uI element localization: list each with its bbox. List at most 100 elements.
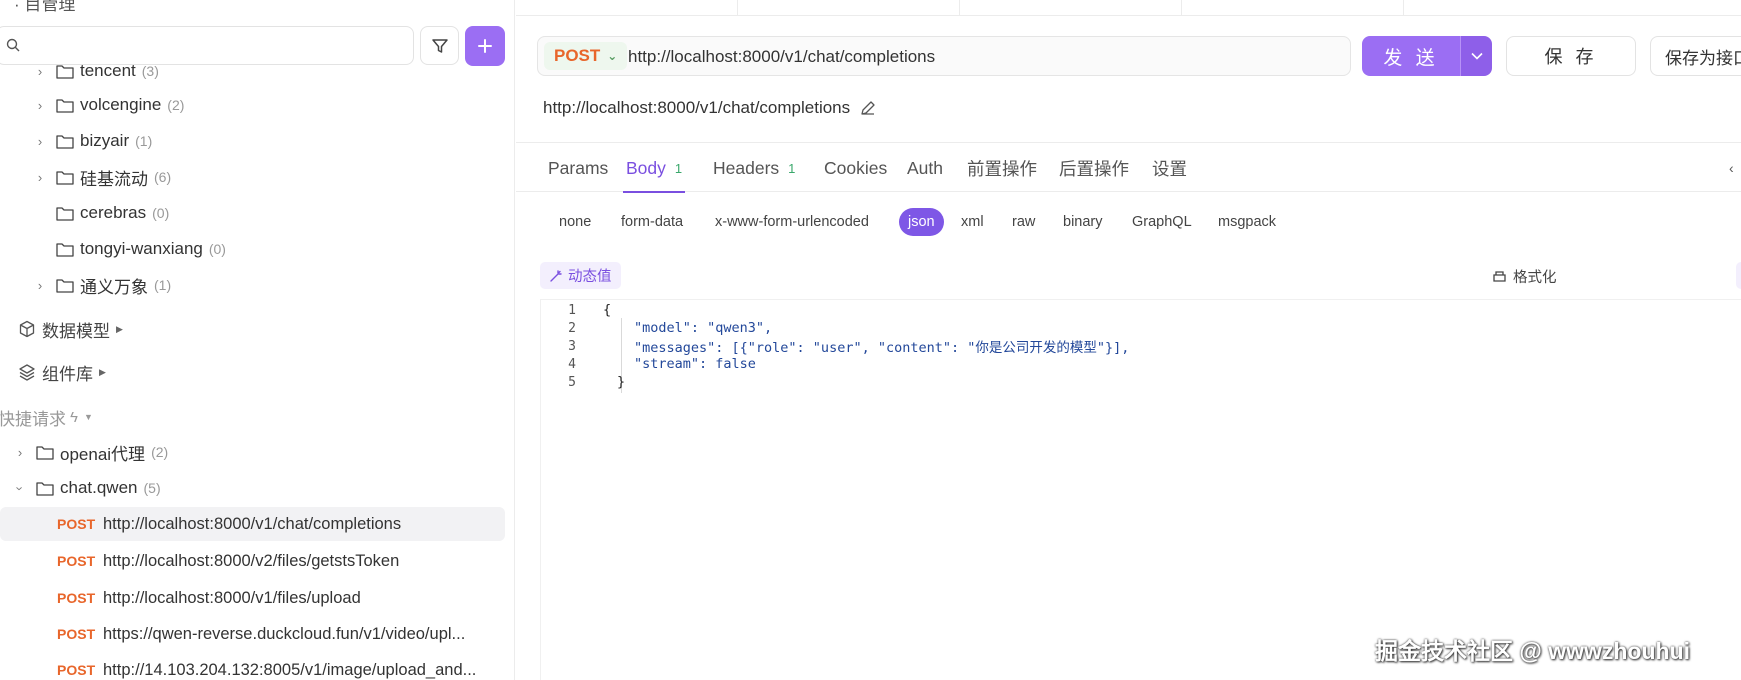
body-type-xml[interactable]: xml <box>961 208 984 236</box>
method-badge: POST <box>57 626 96 642</box>
request-item[interactable]: POST http://localhost:8000/v2/files/gets… <box>0 544 505 578</box>
line-number: 5 <box>568 374 576 390</box>
folder-icon <box>56 278 74 293</box>
section-quick-requests[interactable]: 快捷请求 ϟ ▼ <box>0 402 93 432</box>
tab-cookies[interactable]: Cookies <box>824 153 887 183</box>
chevron-right-icon[interactable]: › <box>32 170 48 185</box>
tab-label: Auth <box>907 157 943 178</box>
chevron-down-icon <box>1470 52 1483 60</box>
tab-label: 设置 <box>1152 158 1187 179</box>
save-button[interactable]: 保 存 <box>1506 36 1636 76</box>
folder-name: chat.qwen <box>60 478 138 497</box>
tab-auth[interactable]: Auth <box>907 153 943 183</box>
folder-siliconflow[interactable]: › 硅基流动 (6) <box>32 162 171 192</box>
folder-name: bizyair <box>80 131 130 150</box>
body-type-binary[interactable]: binary <box>1063 208 1103 236</box>
caret-down-icon: ▼ <box>83 412 93 422</box>
folder-openai-proxy[interactable]: › openai代理 (2) <box>12 437 168 467</box>
folder-count: (0) <box>208 241 226 257</box>
body-type-urlencoded[interactable]: x-www-form-urlencoded <box>715 208 869 236</box>
send-options-button[interactable] <box>1460 36 1492 76</box>
code-line: 1 { <box>541 300 611 320</box>
folder-icon <box>56 98 74 113</box>
add-button[interactable] <box>465 26 505 66</box>
chevron-right-icon[interactable]: › <box>32 134 48 149</box>
folder-bizyair[interactable]: › bizyair (1) <box>32 126 152 156</box>
line-number: 2 <box>568 320 576 336</box>
code-text: } <box>617 374 626 390</box>
folder-icon <box>56 206 74 221</box>
section-data-model[interactable]: 数据模型 ▶ <box>18 314 123 344</box>
filter-button[interactable] <box>420 26 459 65</box>
edit-icon[interactable] <box>860 100 876 116</box>
body-type-msgpack[interactable]: msgpack <box>1218 208 1276 236</box>
folder-tongyi-wanxiang[interactable]: tongyi-wanxiang (0) <box>32 234 226 264</box>
folder-count: (5) <box>143 480 161 496</box>
magic-wand-icon <box>550 269 562 282</box>
request-item[interactable]: POST http://14.103.204.132:8005/v1/image… <box>0 653 505 680</box>
code-line: 5 } <box>541 372 625 392</box>
dynamic-value-button[interactable]: 动态值 <box>540 262 621 289</box>
tab-badge: 1 <box>674 160 683 176</box>
tab-badge: 1 <box>788 160 796 176</box>
chevron-down-icon[interactable]: › <box>13 480 28 496</box>
wrap-toggle-button[interactable] <box>1736 262 1741 289</box>
collapse-panel-icon[interactable]: ‹ <box>1729 160 1734 176</box>
chevron-right-icon[interactable]: › <box>32 64 48 79</box>
folder-cerebras[interactable]: cerebras (0) <box>32 198 169 228</box>
folder-volcengine[interactable]: › volcengine (2) <box>32 90 185 120</box>
caret-right-icon: ▶ <box>99 366 106 377</box>
section-label: 快捷请求 <box>0 409 66 429</box>
method-select[interactable]: POST ⌄ <box>544 42 628 70</box>
folder-icon <box>36 481 54 496</box>
body-type-raw[interactable]: raw <box>1012 208 1035 236</box>
chevron-right-icon[interactable]: › <box>32 278 48 293</box>
method-badge: POST <box>57 662 96 678</box>
search-icon <box>6 38 20 52</box>
tab-label: Body <box>626 157 666 178</box>
folder-count: (3) <box>141 63 159 79</box>
request-tabs: Params Body 1 Headers 1 Cookies Auth 前置操作 … <box>516 142 1741 193</box>
chevron-right-icon[interactable]: › <box>32 98 48 113</box>
document-tabs <box>516 0 1741 16</box>
folder-tencent[interactable]: › tencent (3) <box>32 56 159 86</box>
caret-right-icon: ▶ <box>116 323 123 334</box>
document-tab[interactable] <box>738 0 960 15</box>
request-item[interactable]: POST http://localhost:8000/v1/files/uplo… <box>0 581 505 615</box>
url-bar: POST ⌄ <box>537 36 1351 76</box>
request-item[interactable]: POST https://qwen-reverse.duckcloud.fun/… <box>0 617 505 651</box>
document-tab-active[interactable] <box>960 0 1182 15</box>
tab-post-ops[interactable]: 后置操作 <box>1059 153 1129 183</box>
folder-count: (1) <box>135 133 153 149</box>
format-label: 格式化 <box>1513 269 1557 286</box>
folder-icon <box>36 445 54 460</box>
folder-tongyi-wanxiang-cn[interactable]: › 通义万象 (1) <box>32 270 171 300</box>
folder-name: cerebras <box>80 203 147 222</box>
url-input[interactable] <box>628 45 1328 69</box>
main-panel: POST ⌄ 发 送 保 存 保存为接口 http://localhost:80… <box>516 0 1741 680</box>
document-tab[interactable] <box>516 0 738 15</box>
line-number: 1 <box>568 302 576 318</box>
tab-pre-ops[interactable]: 前置操作 <box>967 153 1037 183</box>
body-type-json[interactable]: json <box>899 208 944 236</box>
document-tab[interactable] <box>1182 0 1404 15</box>
tab-body[interactable]: Body 1 <box>622 153 686 193</box>
tab-settings[interactable]: 设置 <box>1152 153 1187 183</box>
code-text: { <box>603 302 612 318</box>
tab-headers[interactable]: Headers 1 <box>713 153 795 183</box>
body-type-form-data[interactable]: form-data <box>621 208 683 236</box>
folder-name: openai代理 <box>60 444 146 464</box>
json-editor[interactable]: 1 { 2 "model": "qwen3", 3 "messages": [{… <box>540 300 1741 680</box>
request-item[interactable]: POST http://localhost:8000/v1/chat/compl… <box>0 507 505 541</box>
format-button[interactable]: 格式化 <box>1492 264 1557 288</box>
chevron-right-icon[interactable]: › <box>12 445 28 460</box>
body-type-graphql[interactable]: GraphQL <box>1132 208 1192 236</box>
send-button[interactable]: 发 送 <box>1362 36 1460 76</box>
request-url: https://qwen-reverse.duckcloud.fun/v1/vi… <box>103 624 466 643</box>
section-component-lib[interactable]: 组件库 ▶ <box>18 357 106 387</box>
folder-chat-qwen[interactable]: › chat.qwen (5) <box>12 473 161 503</box>
body-type-none[interactable]: none <box>559 208 591 236</box>
method-badge: POST <box>57 553 96 569</box>
save-as-api-button[interactable]: 保存为接口 <box>1650 36 1741 76</box>
tab-params[interactable]: Params <box>548 153 608 183</box>
